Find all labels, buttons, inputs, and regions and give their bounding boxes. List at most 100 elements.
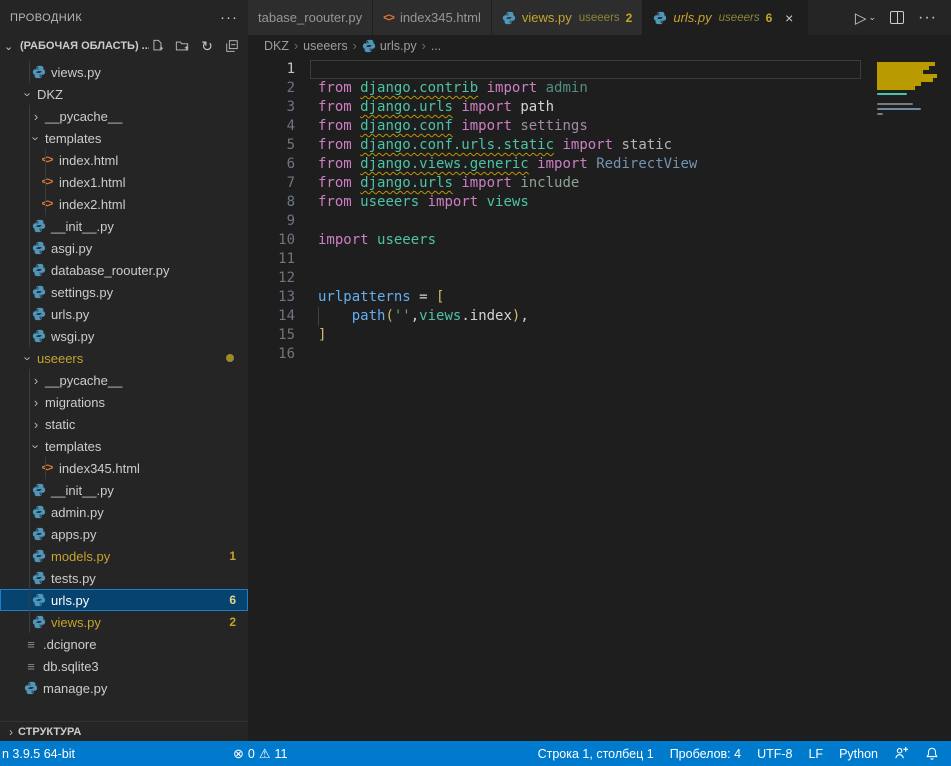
tree-file--init-py[interactable]: __init__.py [0, 479, 248, 501]
tree-file-views-py[interactable]: views.py [0, 61, 248, 83]
feedback-icon[interactable] [886, 741, 917, 766]
collapse-all-icon[interactable] [224, 38, 240, 54]
code-line-13[interactable]: 13urlpatterns = [ [248, 288, 951, 307]
tree-file-tests-py[interactable]: tests.py [0, 567, 248, 589]
code-token [318, 308, 352, 324]
tab-views-py[interactable]: views.pyuseeers2 [492, 0, 643, 35]
code-line-5[interactable]: 5from django.conf.urls.static import sta… [248, 136, 951, 155]
python-icon [30, 219, 48, 233]
tab-label: urls.py [673, 10, 711, 25]
minimap-code-mark [877, 108, 921, 110]
python-icon [30, 483, 48, 497]
code-line-14[interactable]: 14 path('',views.index), [248, 307, 951, 326]
tree-file--init-py[interactable]: __init__.py [0, 215, 248, 237]
code-line-3[interactable]: 3from django.urls import path [248, 98, 951, 117]
tree-file--dcignore[interactable]: ≡.dcignore [0, 633, 248, 655]
python-icon [30, 65, 48, 79]
breadcrumb-item--[interactable]: ... [431, 39, 441, 53]
tree-folder-migrations[interactable]: ›migrations [0, 391, 248, 413]
code-line-7[interactable]: 7from django.urls import include [248, 174, 951, 193]
python-interpreter-item[interactable]: n 3.9.5 64-bit [0, 741, 83, 766]
explorer-more-icon[interactable]: ··· [220, 9, 238, 26]
code-line-16[interactable]: 16 [248, 345, 951, 364]
refresh-icon[interactable]: ↻ [199, 38, 215, 54]
tab-problem-badge: 2 [626, 11, 633, 25]
tree-file-db-sqlite3[interactable]: ≡db.sqlite3 [0, 655, 248, 677]
tree-file-views-py[interactable]: views.py2 [0, 611, 248, 633]
tree-file-index345-html[interactable]: <>index345.html [0, 457, 248, 479]
chevron-expanded-icon: › [29, 132, 44, 144]
tree-file-apps-py[interactable]: apps.py [0, 523, 248, 545]
code-token [478, 80, 486, 96]
code-line-12[interactable]: 12 [248, 269, 951, 288]
tree-folder-templates[interactable]: ›templates [0, 127, 248, 149]
new-file-icon[interactable] [149, 38, 165, 54]
outline-section-header[interactable]: › СТРУКТУРА [0, 721, 248, 741]
breadcrumb-item-urls-py[interactable]: urls.py [362, 39, 417, 53]
code-token: index [470, 308, 512, 324]
tree-file-index-html[interactable]: <>index.html [0, 149, 248, 171]
tree-file-urls-py[interactable]: urls.py6 [0, 589, 248, 611]
problem-count-badge: 1 [229, 549, 236, 563]
tree-file-index2-html[interactable]: <>index2.html [0, 193, 248, 215]
code-line-10[interactable]: 10import useeers [248, 231, 951, 250]
code-line-8[interactable]: 8from useeers import views [248, 193, 951, 212]
code-line-1[interactable]: 1 [248, 60, 951, 79]
workspace-section-header[interactable]: ⌄ (РАБОЧАЯ ОБЛАСТЬ) ... ↻ [0, 35, 248, 57]
tree-folder-static[interactable]: ›static [0, 413, 248, 435]
code-token: django.conf.urls.static [360, 137, 554, 153]
tree-folder-useeers[interactable]: ›useeers [0, 347, 248, 369]
tree-item-label: index1.html [59, 175, 125, 190]
tree-folder-templates[interactable]: ›templates [0, 435, 248, 457]
tree-folder--pycache-[interactable]: ›__pycache__ [0, 105, 248, 127]
tree-file-asgi-py[interactable]: asgi.py [0, 237, 248, 259]
tree-file-wsgi-py[interactable]: wsgi.py [0, 325, 248, 347]
code-token: import [487, 80, 546, 96]
code-line-4[interactable]: 4from django.conf import settings [248, 117, 951, 136]
split-editor-icon[interactable] [890, 11, 904, 24]
line-content: from django.conf.urls.static import stat… [318, 136, 672, 155]
tree-file-urls-py[interactable]: urls.py [0, 303, 248, 325]
tree-folder--pycache-[interactable]: ›__pycache__ [0, 369, 248, 391]
code-token: settings [520, 118, 587, 134]
error-count: 0 [248, 747, 255, 761]
minimap[interactable] [877, 58, 941, 178]
code-line-15[interactable]: 15] [248, 326, 951, 345]
indentation-item[interactable]: Пробелов: 4 [662, 741, 749, 766]
breadcrumb-item-dkz[interactable]: DKZ [264, 39, 289, 53]
code-line-6[interactable]: 6from django.views.generic import Redire… [248, 155, 951, 174]
close-icon[interactable]: × [781, 10, 797, 26]
tab-index345-html[interactable]: <>index345.html [373, 0, 492, 35]
tree-folder-dkz[interactable]: ›DKZ [0, 83, 248, 105]
indent-guide [29, 567, 30, 589]
language-mode-item[interactable]: Python [831, 741, 886, 766]
tree-file-admin-py[interactable]: admin.py [0, 501, 248, 523]
bell-icon[interactable] [917, 741, 951, 766]
encoding-item[interactable]: UTF-8 [749, 741, 800, 766]
code-line-9[interactable]: 9 [248, 212, 951, 231]
tab-label: views.py [522, 10, 572, 25]
cursor-position-item[interactable]: Строка 1, столбец 1 [530, 741, 662, 766]
breadcrumb-item-useeers[interactable]: useeers [303, 39, 347, 53]
problems-item[interactable]: ⊗ 0 ⚠ 11 [225, 741, 296, 766]
tree-file-settings-py[interactable]: settings.py [0, 281, 248, 303]
breadcrumb-label: urls.py [380, 39, 417, 53]
status-bar: n 3.9.5 64-bit ⊗ 0 ⚠ 11 Строка 1, столбе… [0, 741, 951, 766]
more-actions-icon[interactable]: ··· [918, 9, 937, 27]
line-number: 8 [248, 193, 295, 212]
tree-file-index1-html[interactable]: <>index1.html [0, 171, 248, 193]
indent-guide [29, 369, 30, 391]
eol-item[interactable]: LF [800, 741, 831, 766]
code-editor[interactable]: 12from django.contrib import admin3from … [248, 57, 951, 741]
code-line-2[interactable]: 2from django.contrib import admin [248, 79, 951, 98]
code-line-11[interactable]: 11 [248, 250, 951, 269]
tab-urls-py[interactable]: urls.pyuseeers6× [643, 0, 808, 35]
python-icon [30, 263, 48, 277]
tab-tabase-roouter-py[interactable]: tabase_roouter.py [248, 0, 373, 35]
tree-file-manage-py[interactable]: manage.py [0, 677, 248, 699]
tree-file-models-py[interactable]: models.py1 [0, 545, 248, 567]
new-folder-icon[interactable] [174, 38, 190, 54]
tree-file-database-roouter-py[interactable]: database_roouter.py [0, 259, 248, 281]
tree-item-label: admin.py [51, 505, 104, 520]
run-python-file-button[interactable]: ▷⌄ [855, 9, 876, 27]
